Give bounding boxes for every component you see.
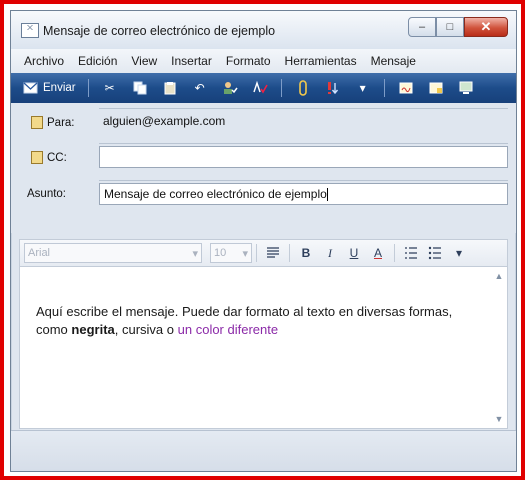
numbered-list-button[interactable] xyxy=(401,243,421,263)
cc-label[interactable]: CC: xyxy=(31,151,67,164)
subject-text: Mensaje de correo electrónico de ejemplo xyxy=(104,187,327,201)
offline-icon[interactable] xyxy=(457,79,475,97)
window-controls: – □ ✕ xyxy=(408,17,508,39)
to-row: Para: alguien@example.com xyxy=(11,108,516,135)
vertical-scrollbar[interactable]: ▲ ▼ xyxy=(491,267,507,428)
to-field[interactable]: alguien@example.com xyxy=(99,111,508,133)
spelling-icon[interactable] xyxy=(251,79,269,97)
bold-button[interactable]: B xyxy=(296,243,316,263)
format-separator xyxy=(289,244,290,262)
menu-edicion[interactable]: Edición xyxy=(71,54,124,68)
undo-icon[interactable]: ↶ xyxy=(191,79,209,97)
cut-icon[interactable]: ✂ xyxy=(101,79,119,97)
dropdown-icon[interactable]: ▾ xyxy=(354,79,372,97)
menu-insertar[interactable]: Insertar xyxy=(164,54,219,68)
toolbar-separator xyxy=(280,79,282,97)
bullet-list-icon xyxy=(428,246,441,260)
menu-archivo[interactable]: Archivo xyxy=(17,54,71,68)
format-separator xyxy=(256,244,257,262)
toolbar-separator xyxy=(383,79,385,97)
message-headers: Para: alguien@example.com CC: Asunto: Me… xyxy=(11,103,516,233)
menu-herramientas[interactable]: Herramientas xyxy=(278,54,364,68)
menu-view[interactable]: View xyxy=(124,54,164,68)
message-text: Aquí escribe el mensaje. Puede dar forma… xyxy=(36,303,477,339)
body-text-part2: , cursiva o xyxy=(114,322,175,337)
menu-bar: Archivo Edición View Insertar Formato He… xyxy=(11,49,516,73)
subject-label: Asunto: xyxy=(27,188,66,200)
italic-button[interactable]: I xyxy=(320,243,340,263)
body-colored-text: un color diferente xyxy=(177,322,279,337)
paragraph-style-icon xyxy=(267,247,279,258)
status-bar xyxy=(11,430,516,471)
check-names-icon[interactable] xyxy=(221,79,239,97)
address-book-icon xyxy=(31,116,43,129)
cc-row: CC: xyxy=(11,143,516,170)
toolbar-separator xyxy=(87,79,89,97)
title-bar[interactable]: Mensaje de correo electrónico de ejemplo… xyxy=(11,11,516,49)
attach-icon[interactable] xyxy=(294,79,312,97)
font-size-value: 10 xyxy=(214,247,227,259)
mail-icon xyxy=(21,23,39,38)
to-label[interactable]: Para: xyxy=(31,116,75,129)
numbered-list-icon xyxy=(405,247,417,259)
send-icon xyxy=(23,82,38,94)
bullet-list-button[interactable] xyxy=(425,243,445,263)
font-name-value: Arial xyxy=(28,247,51,259)
address-book-icon xyxy=(31,151,43,164)
send-button[interactable]: Enviar xyxy=(17,81,82,95)
body-bold-text: negrita xyxy=(71,322,115,337)
cc-field[interactable] xyxy=(99,146,508,168)
subject-row: Asunto: Mensaje de correo electrónico de… xyxy=(11,180,516,207)
subject-label-text: Asunto: xyxy=(27,188,66,200)
encrypt-icon[interactable] xyxy=(427,79,445,97)
window-title: Mensaje de correo electrónico de ejemplo xyxy=(43,24,276,38)
send-label: Enviar xyxy=(43,82,76,94)
copy-icon[interactable] xyxy=(131,79,149,97)
signature-icon[interactable] xyxy=(397,79,415,97)
menu-mensaje[interactable]: Mensaje xyxy=(364,54,423,68)
minimize-button[interactable]: – xyxy=(408,17,436,37)
font-color-button[interactable]: A xyxy=(368,243,388,263)
menu-formato[interactable]: Formato xyxy=(219,54,278,68)
text-caret xyxy=(326,188,328,202)
format-separator xyxy=(394,244,395,262)
close-button[interactable]: ✕ xyxy=(464,17,508,37)
paste-icon[interactable] xyxy=(161,79,179,97)
message-body[interactable]: Aquí escribe el mensaje. Puede dar forma… xyxy=(19,267,508,429)
underline-button[interactable]: U xyxy=(344,243,364,263)
scroll-up-icon[interactable]: ▲ xyxy=(495,271,504,281)
maximize-button[interactable]: □ xyxy=(436,17,464,37)
cc-label-text: CC: xyxy=(47,151,67,164)
toolbar: Enviar ✂ ↶ ▾ xyxy=(11,73,516,103)
chevron-down-icon[interactable]: ▾ xyxy=(449,243,469,263)
chevron-down-icon: ▾ xyxy=(192,247,198,260)
formatting-bar: Arial ▾ 10 ▾ B I U A ▾ xyxy=(19,239,508,267)
scroll-down-icon[interactable]: ▼ xyxy=(495,414,504,424)
subject-field[interactable]: Mensaje de correo electrónico de ejemplo xyxy=(99,183,508,205)
paragraph-style-button[interactable] xyxy=(263,243,283,263)
priority-icon[interactable] xyxy=(324,79,342,97)
font-size-select[interactable]: 10 ▾ xyxy=(210,243,252,263)
to-label-text: Para: xyxy=(47,116,75,129)
font-name-select[interactable]: Arial ▾ xyxy=(24,243,202,263)
chevron-down-icon: ▾ xyxy=(242,247,248,260)
compose-window: Mensaje de correo electrónico de ejemplo… xyxy=(10,10,517,472)
